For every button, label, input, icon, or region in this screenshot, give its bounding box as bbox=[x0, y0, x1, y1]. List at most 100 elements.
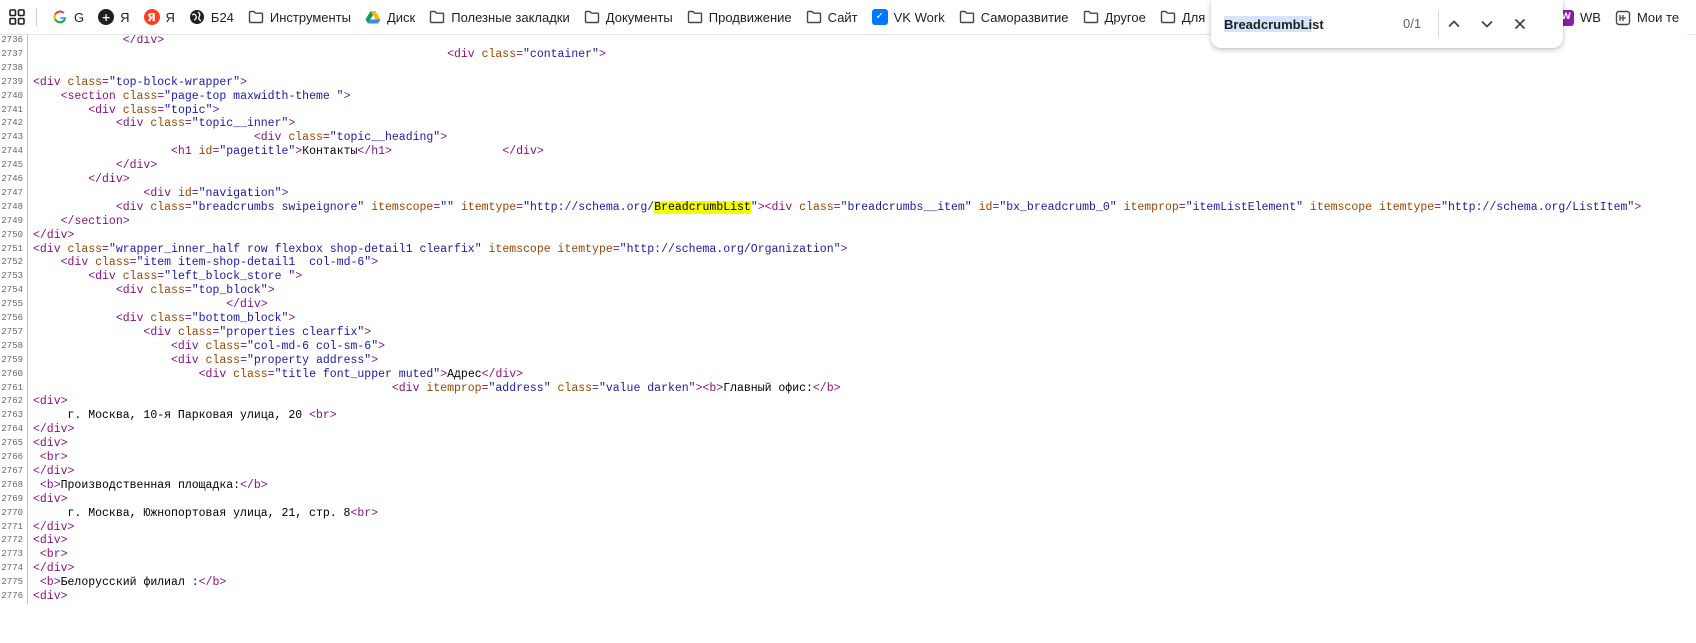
attribute-value-token: "itemListElement" bbox=[1185, 200, 1304, 214]
line-code: г. Москва, Южнопортовая улица, 21, стр. … bbox=[33, 506, 379, 521]
line-code: </div> bbox=[33, 172, 129, 187]
source-line: 2752 <div class="item item-shop-detail1 … bbox=[0, 255, 1696, 271]
find-close-button[interactable] bbox=[1508, 12, 1532, 36]
html-tag-token: <br> bbox=[39, 548, 68, 562]
apps-grid-icon[interactable] bbox=[0, 0, 34, 34]
attribute-value-token: "page-top maxwidth-theme " bbox=[164, 89, 344, 103]
html-tag-token: <div bbox=[171, 339, 206, 353]
attribute-value-token: "address" bbox=[488, 381, 551, 395]
bookmark-mine[interactable]: Мои те bbox=[1609, 4, 1685, 32]
attribute-name-token: class bbox=[95, 256, 130, 270]
html-tag-token: > bbox=[371, 353, 379, 367]
line-number: 2775 bbox=[0, 575, 28, 591]
html-tag-token: ><div bbox=[757, 200, 800, 214]
html-tag-token: </div> bbox=[33, 562, 75, 576]
html-tag-token: = bbox=[322, 131, 330, 145]
attribute-name-token: class bbox=[122, 270, 158, 284]
attribute-value-token: "value darken" bbox=[598, 381, 696, 395]
bookmark-promo[interactable]: Продвижение bbox=[681, 3, 798, 31]
attribute-value-token: "properties clearfix" bbox=[219, 325, 365, 339]
attribute-value-token: "navigation" bbox=[198, 186, 282, 200]
source-line: 2739 <div class="top-block-wrapper"> bbox=[0, 74, 1696, 90]
html-tag-token: > bbox=[288, 117, 296, 131]
html-tag-token: = bbox=[267, 367, 275, 381]
line-number: 2749 bbox=[0, 213, 28, 229]
bookmark-site[interactable]: Сайт bbox=[800, 3, 864, 31]
html-tag-token: = bbox=[184, 117, 192, 131]
attribute-name-token: class bbox=[67, 242, 103, 256]
bookmark-tools[interactable]: Инструменты bbox=[242, 3, 357, 31]
bookmark-useful[interactable]: Полезные закладки bbox=[423, 3, 576, 31]
bookmark-other[interactable]: Другое bbox=[1077, 3, 1152, 31]
html-tag-token: <div bbox=[88, 103, 123, 117]
html-tag-token: </div> bbox=[33, 464, 75, 478]
find-previous-button[interactable] bbox=[1442, 12, 1466, 36]
find-next-button[interactable] bbox=[1475, 12, 1499, 36]
line-number: 2762 bbox=[0, 394, 28, 410]
bookmark-label: Я bbox=[120, 9, 130, 25]
line-code: <div id="navigation"> bbox=[33, 186, 288, 201]
attribute-value-token: "wrapper_inner_half row flexbox shop-det… bbox=[108, 242, 482, 256]
html-tag-token: </div> bbox=[502, 145, 544, 159]
source-line: 2749 </section> bbox=[0, 213, 1696, 229]
line-code: </div> bbox=[33, 158, 157, 173]
html-tag-token: <div> bbox=[33, 395, 68, 409]
bookmark-google[interactable]: G bbox=[46, 3, 90, 31]
find-input[interactable] bbox=[1224, 15, 1384, 33]
bookmark-selfdev[interactable]: Саморазвитие bbox=[953, 3, 1075, 31]
html-tag-token: > bbox=[267, 284, 275, 298]
attribute-name-token: itemtype bbox=[557, 242, 613, 256]
line-code: <div class="col-md-6 col-sm-6"> bbox=[33, 339, 385, 354]
source-line: 2760 <div class="title font_upper muted"… bbox=[0, 366, 1696, 382]
attribute-value-token: "topic__heading" bbox=[329, 131, 441, 145]
line-number: 2748 bbox=[0, 199, 28, 215]
line-number: 2765 bbox=[0, 436, 28, 452]
html-tag-token: <div bbox=[88, 270, 123, 284]
source-line: 2743 <div class="topic__heading"> bbox=[0, 130, 1696, 146]
line-code: <div class="top-block-wrapper"> bbox=[33, 75, 247, 90]
line-code: <div class="breadcrumbs swipeignore" ite… bbox=[33, 200, 1641, 215]
line-code: <div class="top_block"> bbox=[33, 283, 275, 298]
find-match-count: 0/1 bbox=[1403, 16, 1422, 31]
page-source-view[interactable]: 2736 </div> 2737 <div class="container"> 2… bbox=[0, 35, 1696, 643]
attribute-name-token: class bbox=[150, 312, 185, 325]
html-tag-token: <div> bbox=[33, 590, 68, 603]
html-tag-token: = bbox=[481, 381, 489, 395]
bookmark-yandex[interactable]: ЯЯ bbox=[138, 3, 181, 31]
attribute-name-token: itemprop bbox=[1123, 200, 1179, 214]
source-line: 2771 </div> bbox=[0, 519, 1696, 535]
html-tag-token: </h1> bbox=[357, 145, 392, 159]
source-line: 2746 </div> bbox=[0, 172, 1696, 187]
html-tag-token: = bbox=[612, 242, 620, 256]
line-code: <div class="topic"> bbox=[33, 103, 219, 118]
html-tag-token: > bbox=[840, 242, 848, 256]
bookmark-b24[interactable]: Б24 bbox=[183, 3, 240, 31]
google-icon bbox=[52, 9, 68, 25]
line-number: 2741 bbox=[0, 102, 28, 118]
line-code: <div class="properties clearfix"> bbox=[33, 325, 371, 340]
line-number: 2745 bbox=[0, 158, 28, 174]
attribute-name-token: class bbox=[150, 200, 185, 214]
bookmark-yandex-plus[interactable]: + Я bbox=[92, 3, 135, 31]
html-tag-token: </div> bbox=[33, 423, 75, 437]
html-tag-token: <div> bbox=[33, 437, 68, 451]
bookmark-for[interactable]: Для bbox=[1154, 3, 1211, 31]
source-line: 2775 <b>Белорусский филиал :</b> bbox=[0, 575, 1696, 591]
bookmark-docs[interactable]: Документы bbox=[578, 3, 679, 31]
bookmark-vkwork[interactable]: ✓ VK Work bbox=[866, 3, 951, 31]
attribute-value-token: "" bbox=[440, 200, 455, 214]
chevron-up-icon bbox=[1448, 20, 1460, 27]
html-tag-token: <section bbox=[60, 89, 123, 103]
bookmark-disk[interactable]: Диск bbox=[359, 3, 421, 31]
line-number: 2747 bbox=[0, 185, 28, 201]
html-tag-token: > bbox=[288, 312, 296, 325]
line-code: </div> bbox=[33, 297, 267, 312]
attribute-value-token: "top_block" bbox=[191, 284, 268, 298]
line-code: <div class="topic__heading"> bbox=[33, 130, 447, 145]
html-tag-token: = bbox=[516, 47, 524, 61]
bookmarks-separator bbox=[36, 8, 37, 26]
html-tag-token: = bbox=[129, 256, 137, 270]
html-tag-token: = bbox=[1178, 200, 1186, 214]
line-code: <b>Белорусский филиал :</b> bbox=[33, 575, 226, 590]
